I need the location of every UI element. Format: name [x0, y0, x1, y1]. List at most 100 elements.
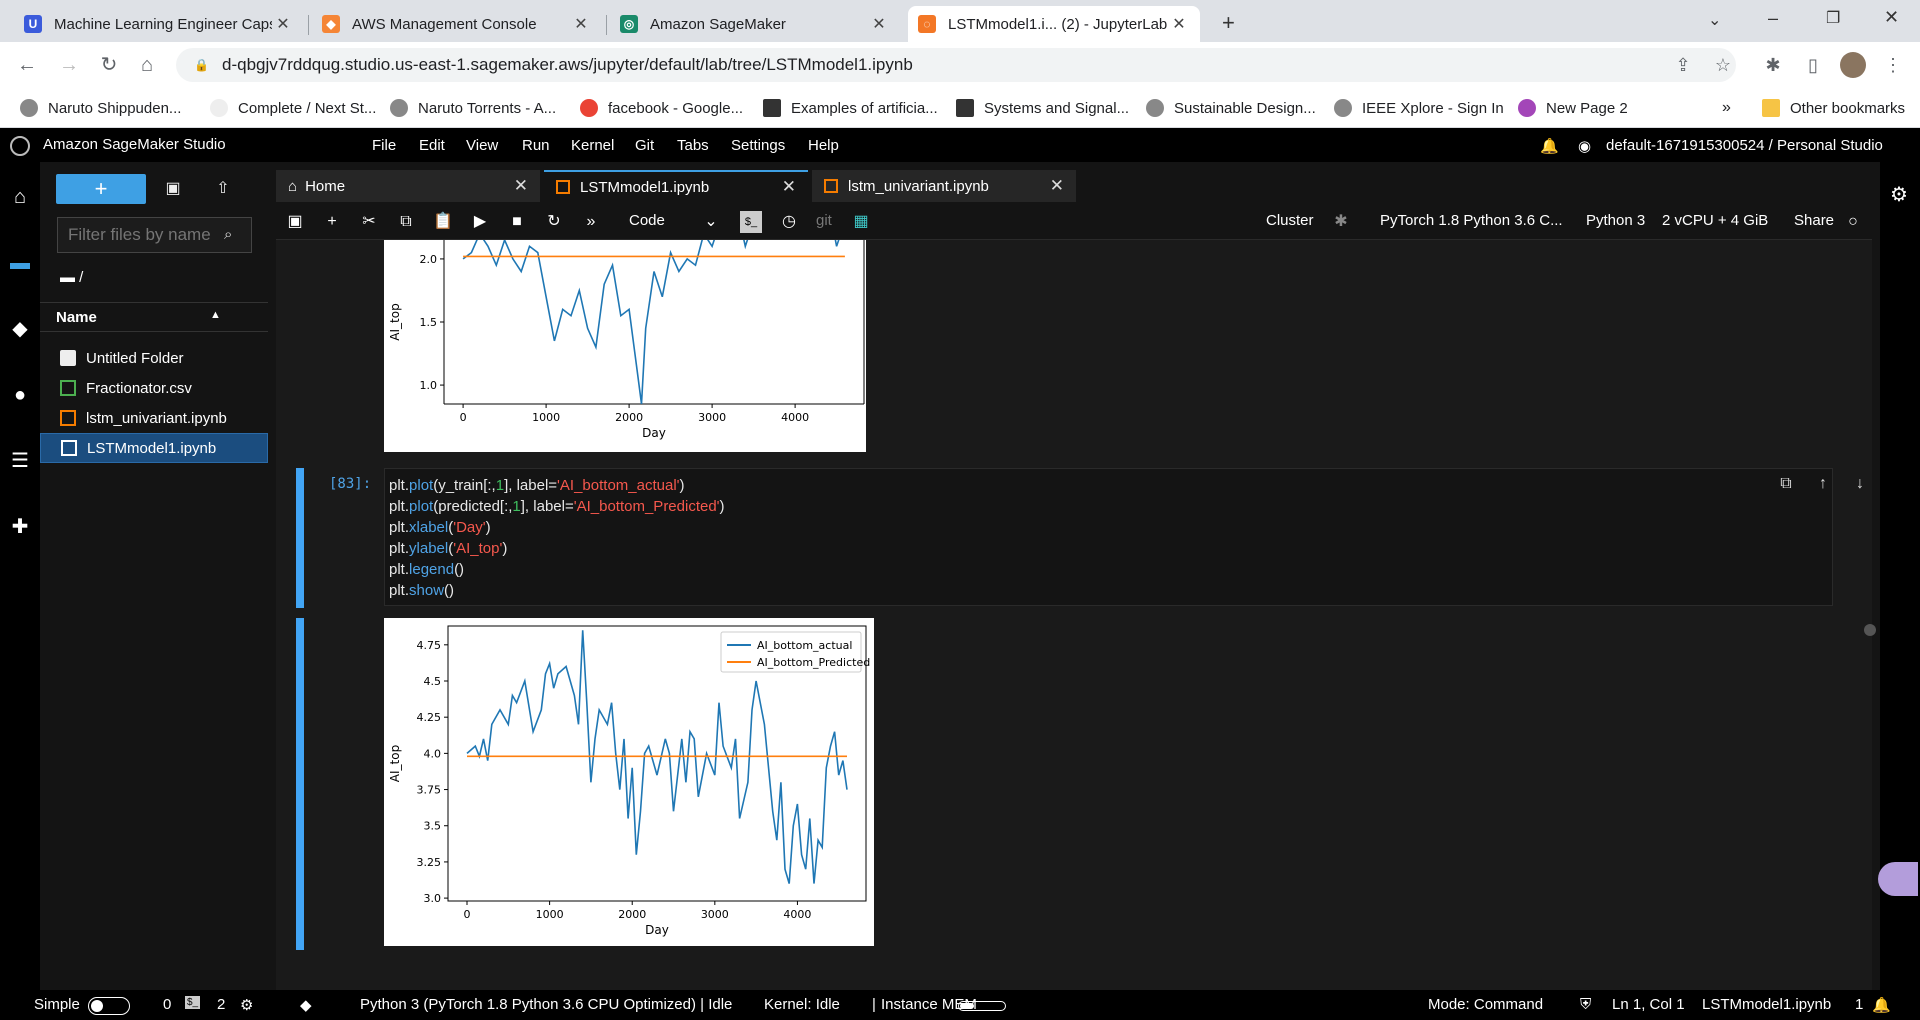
tab-lstmmodel1[interactable]: LSTMmodel1.ipynb ✕: [544, 170, 808, 202]
browser-tab[interactable]: ◆ AWS Management Console ✕: [312, 6, 602, 42]
save-icon[interactable]: ▣: [284, 211, 306, 233]
browser-tab[interactable]: ◎ Amazon SageMaker ✕: [610, 6, 900, 42]
duplicate-cell-icon[interactable]: ⧉: [1775, 475, 1797, 497]
python-version[interactable]: Python 3: [1586, 212, 1645, 229]
kernels-count[interactable]: 2: [217, 996, 225, 1013]
chevron-down-icon[interactable]: ⌄: [700, 211, 722, 233]
run-icon[interactable]: ▶: [469, 211, 491, 233]
bookmark-item[interactable]: Sustainable Design...: [1146, 96, 1316, 120]
menu-file[interactable]: File: [372, 137, 396, 154]
url-omnibox[interactable]: 🔒 d-qbgjv7rddqug.studio.us-east-1.sagema…: [176, 48, 1736, 82]
insert-cell-icon[interactable]: +: [321, 211, 343, 233]
bookmark-item[interactable]: facebook - Google...: [580, 96, 743, 120]
name-column-header[interactable]: Name ▲: [40, 302, 268, 332]
new-launcher-button[interactable]: +: [56, 174, 146, 204]
file-row[interactable]: Fractionator.csv: [40, 373, 268, 403]
fast-forward-icon[interactable]: »: [580, 211, 602, 233]
minimize-icon[interactable]: –: [1768, 8, 1778, 29]
file-row[interactable]: Untitled Folder: [40, 343, 268, 373]
profile-avatar[interactable]: [1840, 52, 1866, 78]
git-icon[interactable]: ◆: [7, 316, 33, 342]
stop-icon[interactable]: ■: [506, 211, 528, 233]
clock-icon[interactable]: ◷: [778, 211, 800, 233]
extensions-puzzle-icon[interactable]: ✱: [1760, 52, 1786, 78]
move-up-icon[interactable]: ↑: [1812, 475, 1834, 497]
cluster-button[interactable]: Cluster: [1266, 212, 1314, 229]
folder-icon[interactable]: ▬: [7, 250, 33, 276]
menu-edit[interactable]: Edit: [419, 137, 445, 154]
share-page-icon[interactable]: ⇪: [1670, 52, 1696, 78]
bookmark-item[interactable]: New Page 2: [1518, 96, 1628, 120]
sidepanel-icon[interactable]: ▯: [1800, 52, 1826, 78]
upload-icon[interactable]: ⇧: [212, 178, 234, 200]
restore-icon[interactable]: ❐: [1826, 8, 1840, 28]
notifications-bell-icon[interactable]: 🔔: [1540, 137, 1559, 155]
menu-help[interactable]: Help: [808, 137, 839, 154]
table-of-contents-icon[interactable]: ☰: [7, 448, 33, 474]
feedback-chat-icon[interactable]: [1878, 862, 1918, 896]
bookmark-item[interactable]: Naruto Torrents - A...: [390, 96, 556, 120]
git-label[interactable]: git: [816, 212, 832, 229]
close-icon[interactable]: ✕: [1050, 176, 1064, 196]
menu-settings[interactable]: Settings: [731, 137, 785, 154]
schedule-icon[interactable]: ▦: [850, 211, 872, 233]
menu-run[interactable]: Run: [522, 137, 550, 154]
cut-icon[interactable]: ✂: [358, 211, 380, 233]
code-editor[interactable]: plt.plot(y_train[:,1], label='AI_bottom_…: [384, 468, 1864, 606]
bookmark-item[interactable]: Naruto Shippuden...: [20, 96, 181, 120]
move-down-icon[interactable]: ↓: [1849, 475, 1871, 497]
scroll-indicator[interactable]: [1864, 624, 1876, 636]
bookmark-item[interactable]: Examples of artificia...: [763, 96, 938, 120]
filter-files-input[interactable]: [57, 217, 252, 253]
home-icon[interactable]: ⌂: [7, 184, 33, 210]
copy-icon[interactable]: ⧉: [395, 211, 417, 233]
browser-menu-icon[interactable]: ⋮: [1880, 52, 1906, 78]
browser-tab[interactable]: U Machine Learning Engineer Caps ✕: [14, 6, 304, 42]
close-icon[interactable]: ✕: [272, 14, 294, 34]
cursor-position[interactable]: Ln 1, Col 1: [1612, 996, 1685, 1013]
breadcrumb[interactable]: ▬ /: [60, 269, 83, 286]
kernel-info[interactable]: Python 3 (PyTorch 1.8 Python 3.6 CPU Opt…: [360, 996, 732, 1013]
terminal-icon[interactable]: $_: [740, 211, 762, 233]
close-icon[interactable]: ✕: [514, 176, 528, 196]
new-folder-icon[interactable]: ▣: [162, 178, 184, 200]
menu-view[interactable]: View: [466, 137, 498, 154]
browser-tab-active[interactable]: ◌ LSTMmodel1.i... (2) - JupyterLab ✕: [908, 6, 1200, 42]
running-kernels-icon[interactable]: ●: [7, 382, 33, 408]
bookmark-item[interactable]: IEEE Xplore - Sign In: [1334, 96, 1504, 120]
new-tab-icon[interactable]: +: [1222, 10, 1235, 36]
notifications-bell-icon[interactable]: 🔔: [1872, 996, 1891, 1014]
bookmark-item[interactable]: Complete / Next St...: [210, 96, 376, 120]
share-button[interactable]: Share: [1794, 212, 1834, 229]
close-icon[interactable]: ✕: [868, 14, 890, 34]
forward-icon[interactable]: →: [56, 52, 82, 78]
back-icon[interactable]: ←: [14, 52, 40, 78]
menu-tabs[interactable]: Tabs: [677, 137, 709, 154]
tab-home[interactable]: ⌂ Home ✕: [276, 170, 540, 202]
file-row-selected[interactable]: LSTMmodel1.ipynb: [40, 433, 268, 463]
reload-icon[interactable]: ↻: [96, 52, 122, 78]
git-icon[interactable]: ◆: [300, 996, 312, 1014]
other-bookmarks[interactable]: Other bookmarks: [1762, 96, 1905, 120]
window-close-icon[interactable]: ✕: [1884, 7, 1899, 28]
bookmark-item[interactable]: Systems and Signal...: [956, 96, 1129, 120]
instance-type[interactable]: 2 vCPU + 4 GiB: [1662, 212, 1768, 229]
close-icon[interactable]: ✕: [1168, 14, 1190, 34]
bookmark-star-icon[interactable]: ☆: [1710, 52, 1736, 78]
restart-icon[interactable]: ↻: [543, 211, 565, 233]
settings-gear-icon[interactable]: ⚙: [1890, 182, 1908, 207]
tab-lstm-univariant[interactable]: lstm_univariant.ipynb ✕: [812, 170, 1076, 202]
kernel-name[interactable]: PyTorch 1.8 Python 3.6 C...: [1380, 212, 1563, 229]
simple-mode-toggle[interactable]: [88, 997, 130, 1015]
close-icon[interactable]: ✕: [570, 14, 592, 34]
paste-icon[interactable]: 📋: [432, 211, 454, 233]
menu-git[interactable]: Git: [635, 137, 654, 154]
more-bookmarks-chevron[interactable]: »: [1722, 96, 1731, 120]
home-icon[interactable]: ⌂: [134, 52, 160, 78]
close-icon[interactable]: ✕: [782, 177, 796, 197]
user-label[interactable]: default-1671915300524 / Personal Studio: [1606, 137, 1883, 154]
extensions-icon[interactable]: ✚: [7, 514, 33, 540]
cell-type-select[interactable]: Code: [629, 212, 665, 229]
terminals-count[interactable]: 0: [163, 996, 171, 1013]
file-row[interactable]: lstm_univariant.ipynb: [40, 403, 268, 433]
